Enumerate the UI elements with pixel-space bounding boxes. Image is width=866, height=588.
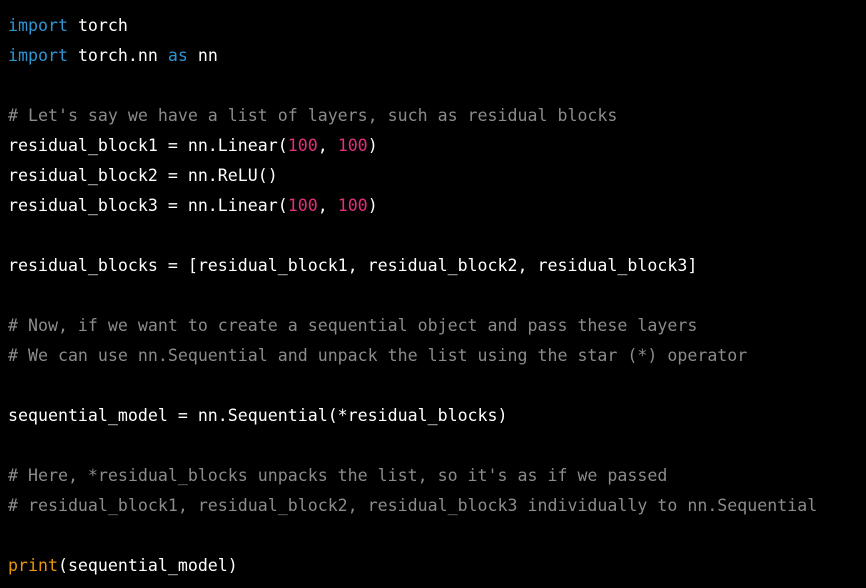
code-line: residual_block1 = nn.Linear(100, 100) bbox=[8, 131, 866, 161]
code-token-number: 100 bbox=[287, 136, 318, 155]
code-line: residual_block2 = nn.ReLU() bbox=[8, 161, 866, 191]
code-token-number: 100 bbox=[337, 196, 368, 215]
code-line: residual_block3 = nn.Linear(100, 100) bbox=[8, 191, 866, 221]
code-token-plain: ) bbox=[367, 196, 378, 215]
code-line: sequential_model = nn.Sequential(*residu… bbox=[8, 401, 866, 431]
code-line: # We can use nn.Sequential and unpack th… bbox=[8, 341, 866, 371]
code-line: # Here, *residual_blocks unpacks the lis… bbox=[8, 461, 866, 491]
code-token-comment: # Now, if we want to create a sequential… bbox=[8, 316, 698, 335]
code-token-plain: sequential_model = nn.Sequential(*residu… bbox=[8, 406, 508, 425]
code-token-plain: , bbox=[317, 196, 338, 215]
code-line: residual_blocks = [residual_block1, resi… bbox=[8, 251, 866, 281]
code-line: import torch.nn as nn bbox=[8, 41, 866, 71]
code-token-plain: torch.nn bbox=[67, 46, 168, 65]
code-token-number: 100 bbox=[337, 136, 368, 155]
code-line: # Let's say we have a list of layers, su… bbox=[8, 101, 866, 131]
code-token-plain: torch bbox=[67, 16, 128, 35]
code-token-plain: residual_blocks = [residual_block1, resi… bbox=[8, 256, 698, 275]
code-line: # Now, if we want to create a sequential… bbox=[8, 311, 866, 341]
code-token-plain: residual_block2 = nn.ReLU() bbox=[8, 166, 278, 185]
code-line: print(sequential_model) bbox=[8, 551, 866, 581]
code-block: import torch import torch.nn as nn # Let'… bbox=[0, 0, 866, 588]
code-token-plain: residual_block1 = nn.Linear( bbox=[8, 136, 288, 155]
code-token-plain: nn bbox=[187, 46, 218, 65]
code-token-plain: , bbox=[317, 136, 338, 155]
code-token-comment: # Let's say we have a list of layers, su… bbox=[8, 106, 618, 125]
code-token-plain: ) bbox=[367, 136, 378, 155]
code-token-plain: (sequential_model) bbox=[57, 556, 238, 575]
code-token-comment: # We can use nn.Sequential and unpack th… bbox=[8, 346, 748, 365]
code-token-builtin: print bbox=[8, 556, 58, 575]
code-token-keyword: import bbox=[8, 46, 68, 65]
code-token-number: 100 bbox=[287, 196, 318, 215]
code-token-comment: # Here, *residual_blocks unpacks the lis… bbox=[8, 466, 668, 485]
code-token-keyword: import bbox=[8, 16, 68, 35]
code-token-plain: residual_block3 = nn.Linear( bbox=[8, 196, 288, 215]
code-token-keyword: as bbox=[167, 46, 188, 65]
code-line: # residual_block1, residual_block2, resi… bbox=[8, 491, 866, 521]
code-line: import torch bbox=[8, 11, 866, 41]
code-token-comment: # residual_block1, residual_block2, resi… bbox=[8, 496, 818, 515]
